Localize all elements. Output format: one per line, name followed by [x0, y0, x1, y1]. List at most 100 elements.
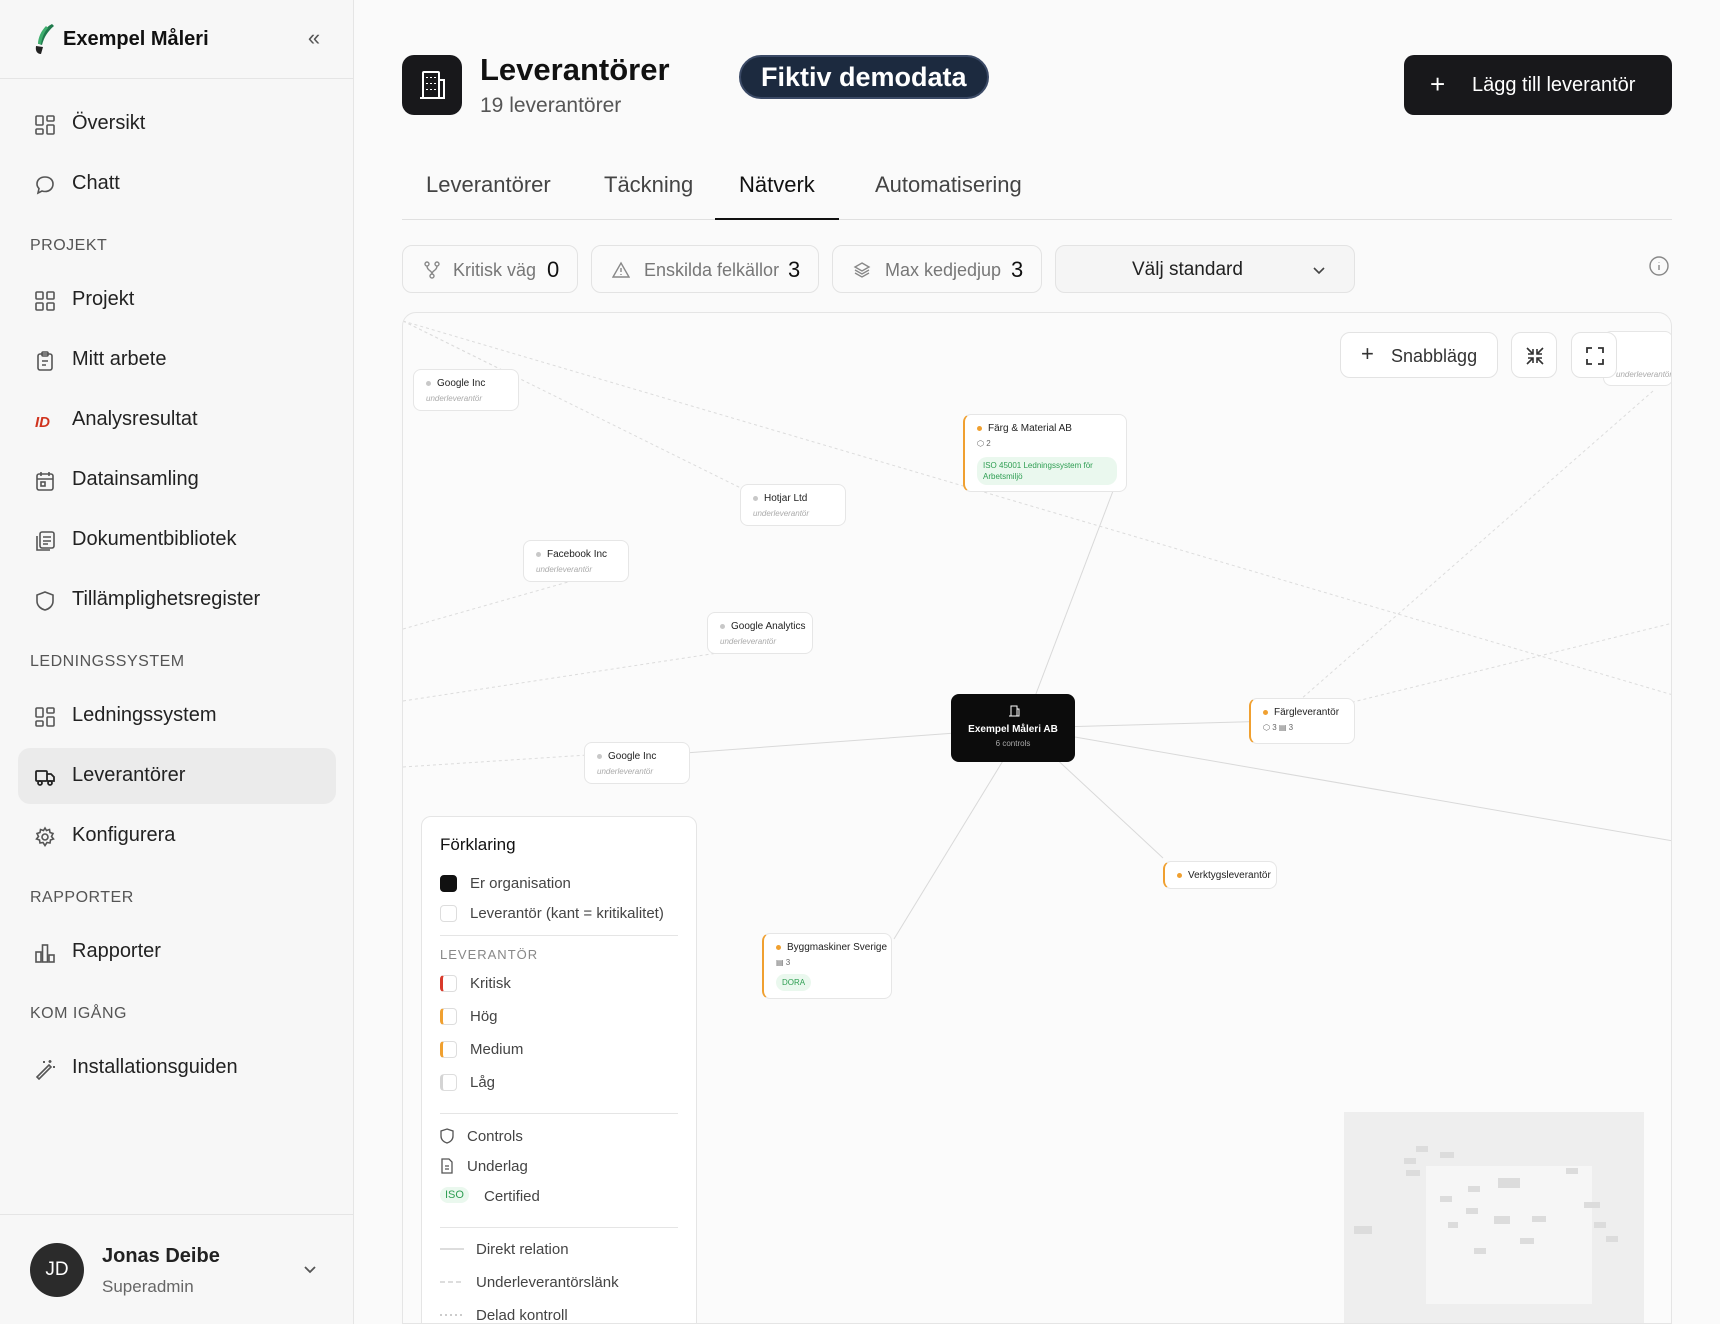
- legend-label: Låg: [470, 1074, 496, 1091]
- demo-data-badge: Fiktiv demodata: [739, 55, 989, 99]
- supplier-node[interactable]: Färg & Material AB ⬡ 2 ISO 45001 Ledning…: [963, 414, 1127, 492]
- app-title: Exempel Måleri: [63, 28, 209, 50]
- user-menu[interactable]: JD Jonas Deibe Superadmin: [0, 1214, 354, 1324]
- plus-icon: +: [1430, 69, 1446, 99]
- svg-text:ID: ID: [35, 414, 50, 431]
- document-icon: [441, 1158, 453, 1174]
- sidebar: Exempel Måleri « Översikt Chatt PROJEKT …: [0, 0, 354, 1324]
- sidebar-item-datainsamling[interactable]: Datainsamling: [18, 452, 336, 508]
- node-controls-count: ⬡ 2: [977, 439, 991, 448]
- supplier-node[interactable]: Google Inc underleverantör: [413, 369, 519, 411]
- minimap-node: [1566, 1168, 1578, 1174]
- minimap-node: [1466, 1208, 1478, 1214]
- sidebar-item-label: Chatt: [72, 172, 120, 194]
- minimize-icon: [1526, 347, 1544, 365]
- legend-label: Medium: [470, 1041, 524, 1058]
- user-name: Jonas Deibe: [102, 1245, 220, 1267]
- solid-line-icon: [440, 1248, 464, 1250]
- node-name: Färgleverantör: [1263, 707, 1339, 718]
- legend-panel: Förklaring Er organisation Leverantör (k…: [421, 816, 697, 1323]
- quick-add-button[interactable]: + Snabblägg: [1340, 332, 1498, 378]
- id-icon: ID: [35, 414, 50, 431]
- warning-icon: [612, 261, 630, 278]
- dashed-line-icon: [440, 1281, 464, 1283]
- sidebar-item-projekt[interactable]: Projekt: [18, 272, 336, 328]
- certification-tag: DORA: [776, 974, 812, 991]
- collapse-sidebar-icon[interactable]: «: [302, 26, 326, 50]
- supplier-node[interactable]: Byggmaskiner Sverige ▤ 3 DORA: [762, 933, 892, 999]
- supplier-node[interactable]: Google Inc underleverantör: [584, 742, 690, 784]
- branch-icon: [424, 261, 440, 279]
- tab-leverantorer[interactable]: Leverantörer: [426, 172, 551, 220]
- minimap-node: [1416, 1146, 1428, 1152]
- bar-chart-icon: [35, 944, 55, 963]
- tab-bar: Leverantörer Täckning Nätverk Automatise…: [402, 160, 1672, 220]
- minimap-node: [1440, 1196, 1452, 1202]
- minimap-node: [1606, 1236, 1618, 1242]
- node-name: Färg & Material AB: [977, 423, 1072, 434]
- sidebar-item-ledningssystem[interactable]: Ledningssystem: [18, 688, 336, 744]
- sidebar-item-konfigurera[interactable]: Konfigurera: [18, 808, 336, 864]
- minimap-node: [1448, 1222, 1458, 1228]
- high-swatch: [440, 1008, 457, 1025]
- dotted-line-icon: [440, 1314, 464, 1316]
- sidebar-header: Exempel Måleri «: [0, 0, 353, 79]
- nav-section-rapporter: RAPPORTER: [0, 868, 354, 924]
- collapse-view-button[interactable]: [1511, 332, 1557, 378]
- sidebar-item-rapporter[interactable]: Rapporter: [18, 924, 336, 980]
- sidebar-item-installationsguiden[interactable]: Installationsguiden: [18, 1040, 336, 1096]
- node-name: Byggmaskiner Sverige: [776, 942, 887, 953]
- calendar-icon: [36, 472, 54, 491]
- sidebar-item-label: Tillämplighetsregister: [72, 588, 261, 610]
- sidebar-item-chatt[interactable]: Chatt: [18, 156, 336, 212]
- main-content: Leverantörer 19 leverantörer Fiktiv demo…: [355, 0, 1720, 1324]
- legend-label: Direkt relation: [476, 1241, 569, 1258]
- fullscreen-button[interactable]: [1571, 332, 1617, 378]
- network-canvas[interactable]: Google Inc underleverantör Hotjar Ltd un…: [402, 312, 1672, 1324]
- sidebar-item-tillamplighetsregister[interactable]: Tillämplighetsregister: [18, 572, 336, 628]
- minimap-node: [1404, 1158, 1416, 1164]
- nav-section-ledningssystem: LEDNINGSSYSTEM: [0, 632, 354, 688]
- minimap-node: [1584, 1202, 1600, 1208]
- minimap-node: [1406, 1170, 1420, 1176]
- sidebar-item-dokumentbibliotek[interactable]: Dokumentbibliotek: [18, 512, 336, 568]
- supplier-node[interactable]: Hotjar Ltd underleverantör: [740, 484, 846, 526]
- supplier-node[interactable]: Färgleverantör ⬡ 3 ▤ 3: [1249, 698, 1355, 744]
- stat-label: Max kedjedjup: [885, 260, 1002, 280]
- supplier-node[interactable]: Google Analytics underleverantör: [707, 612, 813, 654]
- minimap-node: [1354, 1226, 1372, 1234]
- sidebar-item-oversikt[interactable]: Översikt: [18, 96, 336, 152]
- minimap[interactable]: [1344, 1112, 1644, 1323]
- node-type: underleverantör: [1616, 370, 1672, 379]
- page-title: Leverantörer: [480, 52, 670, 87]
- tab-tackning[interactable]: Täckning: [604, 172, 693, 220]
- stat-value: 3: [788, 257, 801, 282]
- legend-title: Förklaring: [440, 835, 516, 854]
- legend-label: Underlag: [467, 1158, 528, 1175]
- organisation-node[interactable]: Exempel Måleri AB 6 controls: [951, 694, 1075, 762]
- minimap-node: [1520, 1238, 1534, 1244]
- critical-swatch: [440, 975, 457, 992]
- layers-icon: [853, 262, 871, 278]
- standard-select[interactable]: Välj standard: [1055, 245, 1355, 293]
- fullscreen-icon: [1586, 347, 1604, 365]
- org-swatch: [440, 875, 457, 892]
- stat-value: 3: [1011, 257, 1024, 282]
- supplier-node[interactable]: Verktygsleverantör: [1163, 861, 1277, 889]
- add-supplier-label: Lägg till leverantör: [1472, 74, 1636, 96]
- tab-natverk[interactable]: Nätverk: [715, 172, 839, 220]
- shield-icon: [36, 591, 54, 611]
- supplier-node[interactable]: Facebook Inc underleverantör: [523, 540, 629, 582]
- legend-label: Controls: [467, 1128, 523, 1145]
- sidebar-item-leverantorer[interactable]: Leverantörer: [18, 748, 336, 804]
- sidebar-item-mitt-arbete[interactable]: Mitt arbete: [18, 332, 336, 388]
- add-supplier-button[interactable]: + Lägg till leverantör: [1404, 55, 1672, 115]
- supplier-swatch: [440, 905, 457, 922]
- sidebar-item-label: Projekt: [72, 288, 135, 310]
- low-swatch: [440, 1074, 457, 1091]
- tab-automatisering[interactable]: Automatisering: [875, 172, 1022, 220]
- chevron-down-icon[interactable]: [300, 1259, 320, 1279]
- sidebar-item-analysresultat[interactable]: ID Analysresultat: [18, 392, 336, 448]
- minimap-node: [1494, 1216, 1510, 1224]
- info-icon[interactable]: [1648, 255, 1670, 277]
